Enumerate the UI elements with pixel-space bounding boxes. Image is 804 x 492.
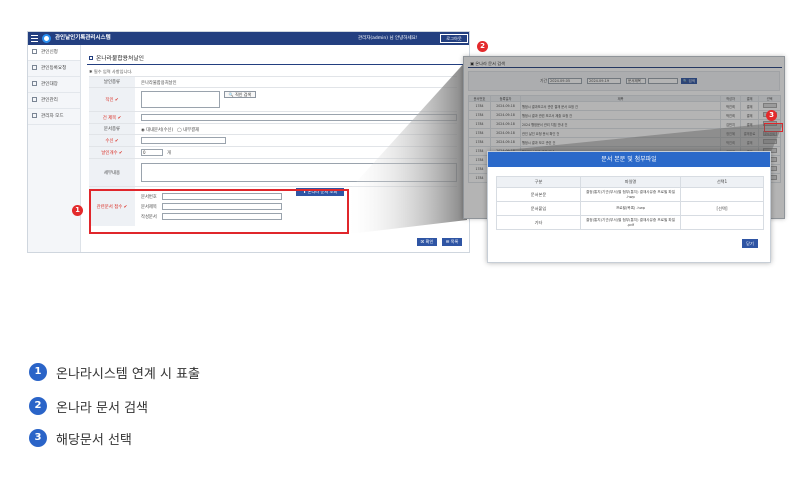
table-row: 문서본문 결정(통지)기관(부서)별 첨부(통지) 결재사유중 프로필 파일 .… [496, 187, 764, 202]
table-row: 문서붙임 프로필(목록) .hwp [선택] [496, 201, 764, 216]
legend-item-2: 2 온나라 문서 검색 [29, 396, 148, 416]
legend-text-3: 해당문서 선택 [56, 432, 132, 448]
legend-badge-1: 1 [29, 363, 47, 381]
close-button[interactable]: 닫기 [742, 239, 758, 248]
legend-item-3: 3 해당문서 선택 [29, 428, 132, 448]
legend-badge-3: 3 [29, 429, 47, 447]
attachment-type: 문서본문 [496, 187, 581, 202]
modal-title: 문서 본문 및 첨부파일 [488, 152, 770, 167]
column-header: 선택1 [680, 176, 764, 188]
legend-text-1: 온나라시스템 연계 시 표출 [56, 366, 200, 382]
modal-header-row: 구분 파일명 선택1 [496, 176, 764, 188]
table-row: 기타 결정(통지)기관(부서)별 첨부(통지) 결재사유중 프로필 파일 .pd… [496, 215, 764, 230]
attachment-select[interactable]: [선택] [680, 201, 764, 216]
legend-badge-2: 2 [29, 397, 47, 415]
attachment-type: 문서붙임 [496, 201, 581, 216]
column-header: 구분 [496, 176, 581, 188]
legend-item-1: 1 온나라시스템 연계 시 표출 [29, 362, 200, 382]
attachment-table: 구분 파일명 선택1 문서본문 결정(통지)기관(부서)별 첨부(통지) 결재사… [496, 176, 764, 230]
attachment-select[interactable] [680, 215, 764, 230]
legend-text-2: 온나라 문서 검색 [56, 400, 148, 416]
attachment-type: 기타 [496, 215, 581, 230]
attachment-file[interactable]: 프로필(목록) .hwp [580, 201, 681, 216]
attachment-file[interactable]: 결정(통지)기관(부서)별 첨부(통지) 결재사유중 프로필 파일 .hwp [580, 187, 681, 202]
column-header: 파일명 [580, 176, 681, 188]
attachment-file[interactable]: 결정(통지)기관(부서)별 첨부(통지) 결재사유중 프로필 파일 .pdf [580, 215, 681, 230]
attachment-select[interactable] [680, 187, 764, 202]
document-detail-modal: 문서 본문 및 첨부파일 구분 파일명 선택1 문서본문 결정(통지)기관(부서… [487, 151, 771, 263]
